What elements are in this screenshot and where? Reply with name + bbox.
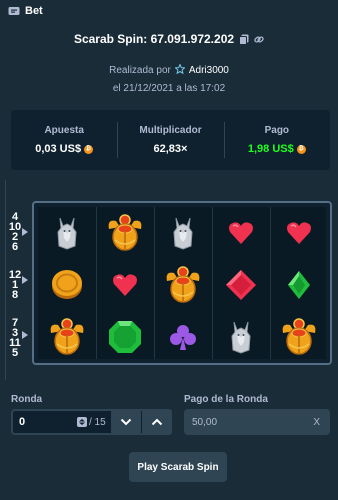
round-next-button[interactable] bbox=[142, 409, 172, 435]
link-icon[interactable] bbox=[254, 34, 264, 45]
multiplier-suffix: X bbox=[313, 416, 320, 428]
bet-date: el 21/12/2021 a las 17:02 bbox=[112, 83, 226, 94]
round-prev-button[interactable] bbox=[111, 409, 141, 435]
jackal-icon bbox=[217, 313, 265, 361]
slot-reels bbox=[32, 201, 332, 365]
heart-icon bbox=[217, 209, 265, 257]
currency-coin-icon: ₿ bbox=[84, 144, 94, 154]
jackal-icon bbox=[159, 209, 207, 257]
reel-separator bbox=[96, 207, 97, 359]
top-bar: Bet bbox=[0, 0, 338, 22]
stat-multiplier-value: 62,83× bbox=[153, 143, 188, 155]
round-total: / 15 bbox=[89, 416, 106, 428]
line-marker: 6 bbox=[11, 241, 19, 253]
stat-payout-value-row: 1,98 US$ ₿ bbox=[248, 143, 306, 155]
reel-separator bbox=[212, 207, 213, 359]
heart-icon bbox=[275, 209, 323, 257]
scarab-icon bbox=[43, 313, 91, 361]
reel-separator bbox=[154, 207, 155, 359]
round-payout-label: Pago de la Ronda bbox=[184, 394, 268, 405]
made-by-prefix: Realizada por bbox=[109, 64, 171, 76]
currency-coin-icon: ₿ bbox=[296, 144, 306, 154]
round-payout-field: 50,00 X bbox=[184, 409, 330, 435]
line-markers-row1: 4 10 2 6 bbox=[8, 212, 22, 253]
reel-grid bbox=[38, 207, 326, 359]
coin-icon bbox=[43, 261, 91, 309]
bet-ticket-icon bbox=[8, 6, 20, 16]
stat-payout-label: Pago bbox=[264, 125, 290, 136]
emerald-icon bbox=[101, 313, 149, 361]
stat-payout: Pago 1,98 US$ ₿ bbox=[223, 110, 330, 170]
vip-star-icon bbox=[174, 62, 186, 77]
stat-payout-value: 1,98 US$ bbox=[247, 143, 294, 155]
reel-separator bbox=[270, 207, 271, 359]
scarab-icon bbox=[159, 261, 207, 309]
round-number-input[interactable]: 0 bbox=[13, 416, 77, 428]
scarab-icon bbox=[101, 209, 149, 257]
line-marker: 8 bbox=[11, 289, 19, 301]
bet-title: Bet bbox=[25, 5, 43, 17]
line-marker: 5 bbox=[11, 347, 19, 359]
round-payout-value: 50,00 bbox=[192, 416, 218, 428]
game-title-row: Scarab Spin: 67.091.972.202 bbox=[0, 30, 338, 48]
round-stepper-icon[interactable] bbox=[77, 417, 87, 427]
chevron-down-icon bbox=[120, 418, 132, 426]
left-divider bbox=[0, 180, 6, 380]
jackal-icon bbox=[43, 209, 91, 257]
stat-bet-value: 0,03 US$ bbox=[35, 143, 82, 155]
stat-multiplier: Multiplicador 62,83× bbox=[117, 110, 223, 170]
line-markers-row2: 12 1 8 bbox=[8, 270, 22, 301]
game-title: Scarab Spin: 67.091.972.202 bbox=[73, 32, 235, 46]
stat-bet-value-row: 0,03 US$ ₿ bbox=[35, 143, 94, 155]
line-markers-row3: 7 3 11 5 bbox=[8, 318, 22, 359]
bet-stats-panel: Apuesta 0,03 US$ ₿ Multiplicador 62,83× … bbox=[11, 110, 330, 170]
line-pointer-icon bbox=[22, 228, 28, 236]
stat-bet: Apuesta 0,03 US$ ₿ bbox=[11, 110, 117, 170]
username-link[interactable]: Adri3000 bbox=[189, 65, 229, 76]
copy-icon[interactable] bbox=[239, 34, 249, 45]
green-diamond-icon bbox=[275, 261, 323, 309]
scarab-icon bbox=[275, 313, 323, 361]
line-pointer-icon bbox=[22, 276, 28, 284]
heart-icon bbox=[101, 261, 149, 309]
play-scarab-spin-button[interactable]: Play Scarab Spin bbox=[129, 452, 227, 482]
round-label: Ronda bbox=[11, 394, 43, 405]
red-diamond-icon bbox=[217, 261, 265, 309]
line-pointer-icon bbox=[22, 331, 28, 339]
stat-multiplier-label: Multiplicador bbox=[139, 125, 202, 136]
chevron-up-icon bbox=[151, 418, 163, 426]
stat-bet-label: Apuesta bbox=[44, 125, 84, 136]
made-by-row: Realizada por Adri3000 bbox=[0, 62, 338, 77]
club-icon bbox=[159, 313, 207, 361]
